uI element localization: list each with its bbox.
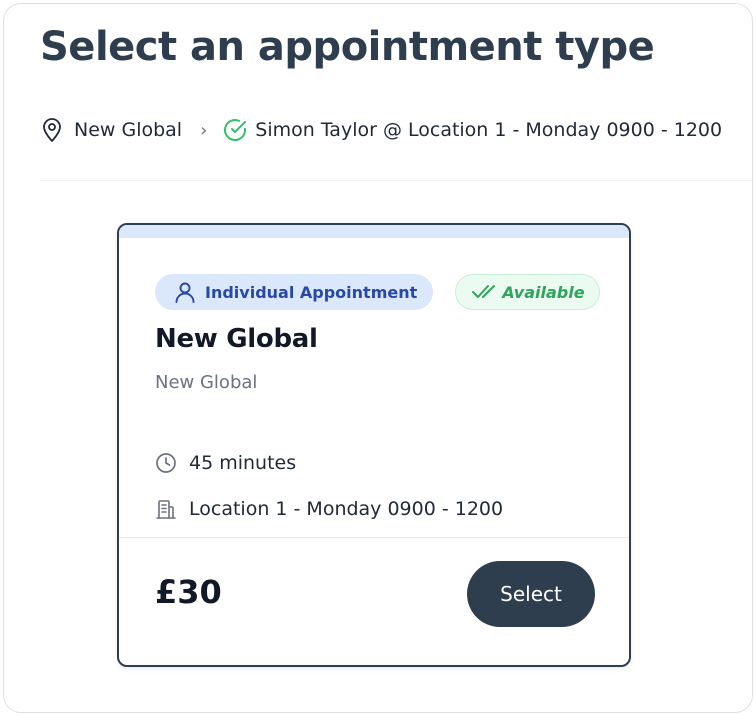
location-row: Location 1 - Monday 0900 - 1200 bbox=[155, 498, 503, 520]
header-divider bbox=[40, 180, 752, 181]
double-check-icon bbox=[472, 285, 496, 298]
appointment-type-label: Individual Appointment bbox=[205, 282, 418, 302]
breadcrumb-selected-item[interactable]: Simon Taylor @ Location 1 - Monday 0900 … bbox=[255, 119, 722, 141]
select-button[interactable]: Select bbox=[467, 561, 595, 627]
card-divider bbox=[119, 537, 629, 538]
breadcrumb: New Global › Simon Taylor @ Location 1 -… bbox=[40, 116, 722, 144]
card-top-strip bbox=[119, 225, 629, 238]
user-icon bbox=[175, 282, 195, 303]
availability-badge: Available bbox=[455, 274, 600, 310]
page-frame: Select an appointment type New Global › … bbox=[3, 3, 753, 713]
duration-label: 45 minutes bbox=[189, 452, 297, 474]
appointment-subtitle: New Global bbox=[155, 372, 258, 393]
page-title: Select an appointment type bbox=[40, 24, 655, 70]
duration-row: 45 minutes bbox=[155, 452, 296, 474]
map-pin-icon bbox=[40, 117, 64, 143]
check-circle-icon bbox=[221, 116, 249, 144]
appointment-name: New Global bbox=[155, 324, 318, 354]
location-label: Location 1 - Monday 0900 - 1200 bbox=[189, 498, 504, 520]
card-badges: Individual Appointment Available bbox=[155, 274, 600, 310]
building-icon bbox=[156, 500, 176, 519]
appointment-type-card[interactable]: Individual Appointment Available New Glo… bbox=[117, 223, 631, 667]
clock-icon bbox=[156, 453, 176, 473]
chevron-right-icon: › bbox=[200, 119, 208, 141]
breadcrumb-location-link[interactable]: New Global bbox=[74, 119, 182, 141]
appointment-type-badge: Individual Appointment bbox=[155, 274, 434, 310]
availability-label: Available bbox=[502, 282, 585, 302]
price-label: £30 bbox=[155, 573, 222, 611]
